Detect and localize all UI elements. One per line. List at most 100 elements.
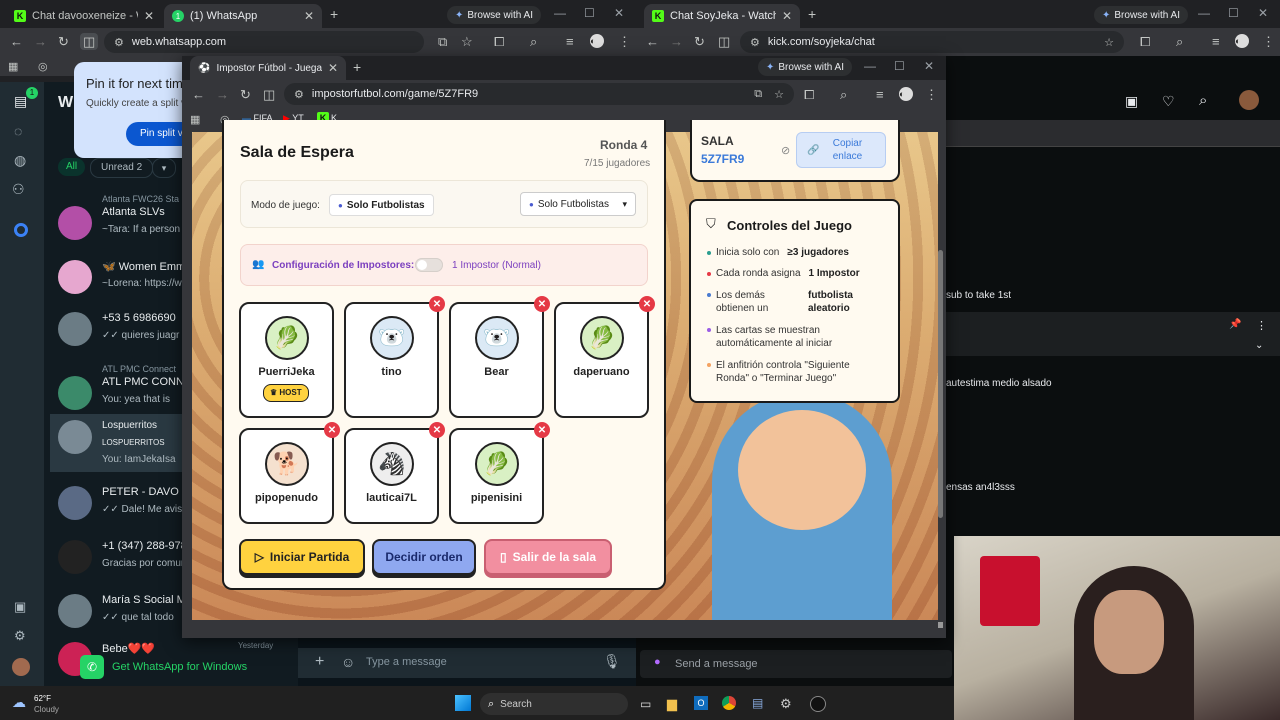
forward-icon[interactable]: →	[216, 88, 229, 101]
split-view-icon[interactable]: ◫	[718, 35, 730, 48]
file-explorer-icon[interactable]: ▆	[667, 696, 677, 712]
decide-order-button[interactable]: Decidir orden	[372, 539, 476, 575]
settings-icon[interactable]: ⚙	[14, 629, 26, 642]
kick-screen-icon[interactable]: ▣	[1125, 93, 1138, 110]
new-tab-icon[interactable]: +	[353, 59, 361, 75]
remove-player-icon[interactable]: ✕	[324, 422, 340, 438]
pin-icon[interactable]: 📌	[1229, 319, 1241, 330]
tab-kick-davooxeneize[interactable]: K Chat davooxeneize - Watch Live ✕	[6, 4, 162, 28]
tab-search-icon[interactable]: ⌕	[1176, 35, 1183, 48]
minimize-icon[interactable]: —	[1198, 6, 1210, 20]
close-tab-icon[interactable]: ✕	[776, 9, 792, 23]
reading-list-icon[interactable]: ≡	[1212, 35, 1220, 48]
page-scrollbar[interactable]	[938, 250, 943, 518]
player-card[interactable]: 🥬 PuerriJeka ♛ HOST	[239, 302, 334, 418]
kick-send-input[interactable]: Send a message	[675, 658, 758, 670]
browse-with-ai-button[interactable]: ✦ Browse with AI	[1094, 6, 1188, 24]
notepad-icon[interactable]: ▤	[752, 696, 763, 710]
menu-icon[interactable]: ⋮	[618, 35, 631, 48]
profile-icon[interactable]: ◐	[590, 34, 604, 48]
site-info-icon[interactable]: ⚙	[750, 36, 760, 49]
profile-icon[interactable]: ◐	[1235, 34, 1249, 48]
player-card[interactable]: 🥬 pipenisini ✕	[449, 422, 550, 524]
get-whatsapp-banner[interactable]: ✆ Get WhatsApp for Windows	[70, 650, 298, 684]
app-icon[interactable]	[810, 696, 826, 712]
browse-with-ai-button[interactable]: ✦ Browse with AI	[447, 6, 541, 24]
chat-list-item[interactable]: María S Social M ✓✓ que tal todo	[50, 588, 186, 642]
profile-avatar[interactable]	[12, 658, 30, 676]
bookmark-globe-icon[interactable]: ◎	[38, 60, 48, 73]
filter-unread-chip[interactable]: Unread 2	[90, 158, 154, 178]
player-card[interactable]: 🐕 pipopenudo ✕	[239, 422, 340, 524]
minimize-icon[interactable]: —	[554, 6, 566, 20]
channels-icon[interactable]: ◍	[14, 153, 26, 167]
site-info-icon[interactable]: ⚙	[114, 36, 124, 49]
mic-icon[interactable]: 🎙	[603, 653, 621, 670]
player-card[interactable]: 🐻‍❄️ Bear ✕	[449, 296, 550, 418]
close-window-icon[interactable]: ✕	[1258, 6, 1268, 20]
filter-all-chip[interactable]: All	[58, 158, 86, 176]
menu-icon[interactable]: ⋮	[1262, 35, 1275, 48]
minimize-icon[interactable]: —	[864, 59, 876, 73]
task-view-icon[interactable]: ▭	[640, 697, 651, 711]
kick-follow-heart-icon[interactable]: ♡	[1162, 93, 1175, 110]
reading-list-icon[interactable]: ≡	[876, 88, 884, 101]
left-address-bar[interactable]: ⚙ web.whatsapp.com	[104, 31, 424, 53]
player-card[interactable]: 🐻‍❄️ tino ✕	[344, 296, 445, 418]
apps-grid-icon[interactable]: ▦	[190, 113, 200, 126]
reload-icon[interactable]: ↻	[58, 35, 69, 48]
meta-ai-icon[interactable]	[14, 223, 28, 237]
extensions-icon[interactable]: ⧠	[804, 88, 814, 101]
split-view-icon[interactable]: ◫	[263, 88, 275, 101]
new-tab-icon[interactable]: +	[808, 6, 816, 22]
new-tab-icon[interactable]: +	[330, 6, 338, 22]
chat-list-item[interactable]: 🦋 Women Emm ~Lorena: https://w	[50, 254, 185, 308]
media-icon[interactable]: ▣	[14, 600, 26, 613]
split-view-icon[interactable]: ◫	[80, 33, 99, 50]
kick-avatar[interactable]	[1239, 90, 1259, 110]
reading-list-icon[interactable]: ≡	[566, 35, 574, 48]
kick-mic-icon[interactable]: ●	[654, 656, 661, 668]
back-icon[interactable]: ←	[10, 35, 23, 48]
apps-grid-icon[interactable]: ▦	[8, 60, 18, 73]
close-tab-icon[interactable]: ✕	[138, 9, 154, 23]
taskbar-search[interactable]: ⌕ Search	[480, 693, 628, 715]
tab-search-icon[interactable]: ⌕	[840, 88, 847, 101]
back-icon[interactable]: ←	[192, 88, 205, 101]
communities-icon[interactable]: ⚇	[12, 182, 25, 196]
player-card[interactable]: 🦓 lauticai7L ✕	[344, 422, 445, 524]
leave-room-button[interactable]: ▯ Salir de la sala	[484, 539, 612, 575]
remove-player-icon[interactable]: ✕	[429, 422, 445, 438]
kick-search-icon[interactable]: ⌕	[1199, 92, 1207, 109]
start-game-button[interactable]: ▷ Iniciar Partida	[239, 539, 365, 575]
extensions-icon[interactable]: ⧠	[1140, 35, 1150, 48]
settings-gear-icon[interactable]: ⚙	[780, 696, 792, 712]
popup-address-bar[interactable]: ⚙ impostorfutbol.com/game/5Z7FR9 ⧉ ☆	[284, 83, 794, 105]
reload-icon[interactable]: ↻	[694, 35, 705, 48]
chats-icon[interactable]: ▤	[14, 94, 27, 108]
tab-search-icon[interactable]: ⌕	[530, 35, 537, 48]
outlook-icon[interactable]: O	[694, 696, 708, 710]
reload-icon[interactable]: ↻	[240, 88, 251, 101]
windows-start-icon[interactable]	[455, 695, 471, 711]
close-window-icon[interactable]: ✕	[924, 59, 934, 73]
page-scrollbar-arrow-down[interactable]	[938, 622, 943, 628]
bookmark-star-icon[interactable]: ☆	[1104, 36, 1114, 49]
status-icon[interactable]: ◌	[14, 124, 22, 138]
menu-icon[interactable]: ⋮	[925, 88, 938, 101]
forward-icon[interactable]: →	[34, 35, 47, 48]
tab-whatsapp[interactable]: 1 (1) WhatsApp ✕	[164, 4, 322, 28]
remove-player-icon[interactable]: ✕	[429, 296, 445, 312]
player-card[interactable]: 🥬 daperuano ✕	[554, 296, 655, 418]
hide-code-icon[interactable]: ⊘	[781, 144, 790, 157]
profile-icon[interactable]: ◐	[899, 87, 913, 101]
extensions-icon[interactable]: ⧠	[494, 35, 504, 48]
sticker-icon[interactable]: ☺	[341, 654, 355, 670]
bookmark-star-icon[interactable]: ☆	[461, 35, 473, 48]
chrome-icon[interactable]	[722, 696, 736, 710]
weather-temp[interactable]: 62°F	[34, 694, 51, 703]
forward-icon[interactable]: →	[670, 35, 683, 48]
remove-player-icon[interactable]: ✕	[534, 296, 550, 312]
tab-kick-soyjeka[interactable]: K Chat SoyJeka - Watch Live on K ✕	[644, 4, 800, 28]
attach-plus-icon[interactable]: +	[315, 653, 324, 671]
